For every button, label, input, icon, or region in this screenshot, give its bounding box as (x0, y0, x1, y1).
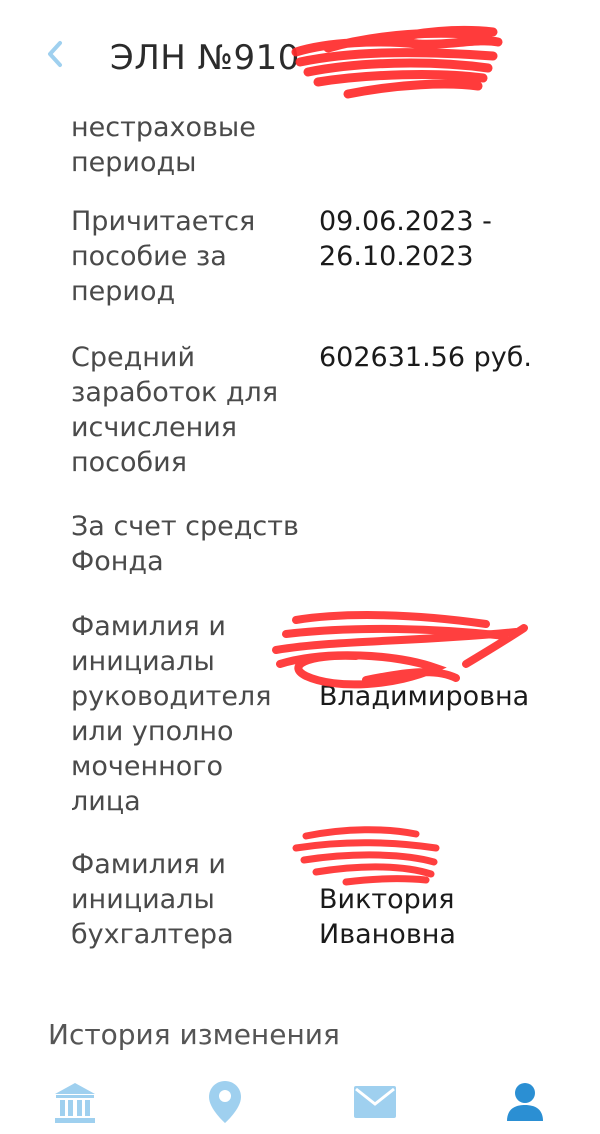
bottom-nav (0, 1068, 600, 1134)
redaction-scribble (291, 25, 503, 99)
detail-label: За счет средств Фонда (71, 511, 299, 577)
eln-details-screen: ЭЛН №910 нестраховые периоды Причитается… (0, 0, 600, 1134)
nav-mail[interactable] (345, 1074, 405, 1130)
detail-value: Владимировна (319, 681, 530, 712)
detail-label: нестраховые периоды (71, 112, 256, 178)
nav-profile[interactable] (495, 1074, 555, 1130)
detail-label: Фамилия и инициалы бухгалтера (71, 849, 234, 950)
detail-value: 602631.56 руб. (319, 342, 532, 373)
detail-label: Причитается пособие за период (71, 206, 256, 307)
location-pin-icon (209, 1081, 241, 1123)
chevron-left-icon (48, 41, 62, 67)
detail-value: 09.06.2023 - 26.10.2023 (319, 206, 492, 272)
user-icon (507, 1083, 543, 1121)
nav-location[interactable] (195, 1074, 255, 1130)
nav-bank[interactable] (45, 1074, 105, 1130)
back-button[interactable] (38, 34, 72, 74)
mail-icon (354, 1086, 396, 1118)
detail-label: Средний заработок для исчисления пособия (71, 342, 279, 478)
detail-value: Виктория Ивановна (319, 884, 456, 950)
bank-icon (55, 1083, 95, 1123)
detail-label: Фамилия и инициалы руководителя или упол… (71, 611, 272, 817)
history-heading[interactable]: История изменения (48, 1018, 340, 1051)
page-title: ЭЛН №910 (110, 38, 300, 78)
header: ЭЛН №910 (0, 0, 600, 104)
